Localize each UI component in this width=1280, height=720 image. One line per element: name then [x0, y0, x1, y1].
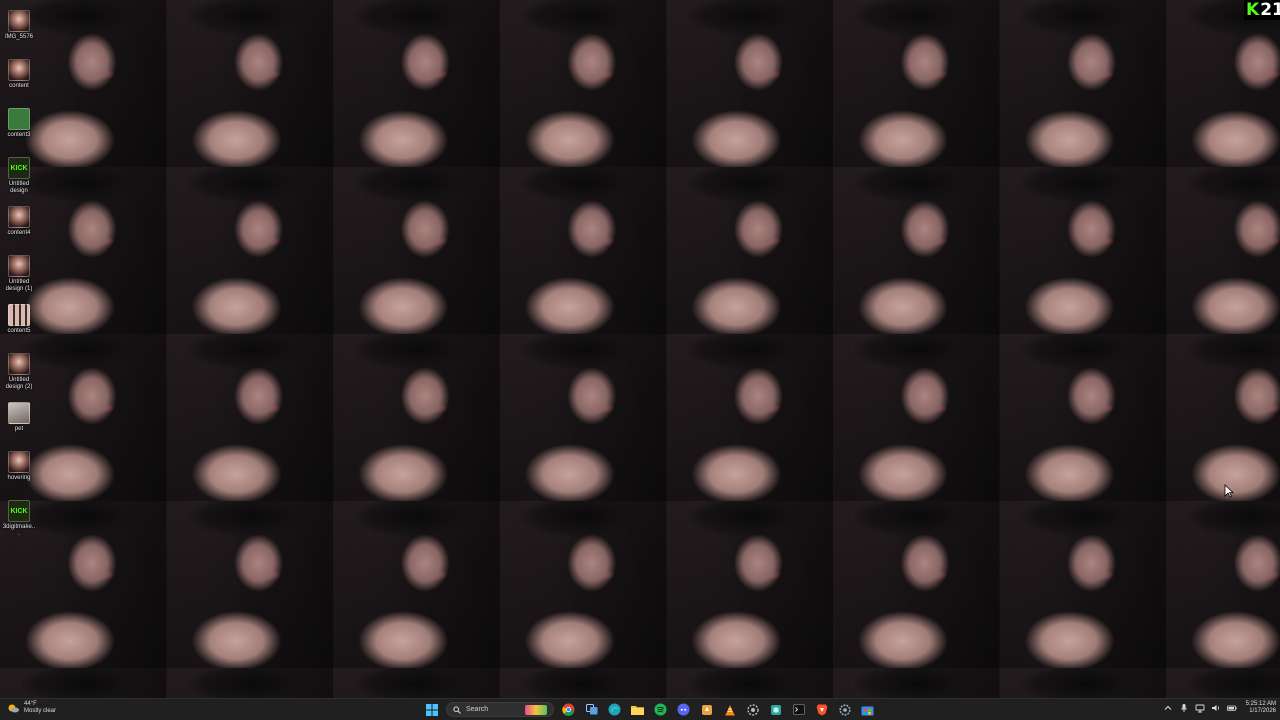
- desktop-icon-content3[interactable]: content3: [2, 106, 36, 154]
- store-icon[interactable]: [859, 701, 877, 719]
- kick-viewer-badge: K 21: [1244, 0, 1280, 20]
- desktop-icon-content4[interactable]: content4: [2, 204, 36, 252]
- desktop-icon-pet[interactable]: pet: [2, 400, 36, 448]
- desktop-icon-content[interactable]: content: [2, 57, 36, 105]
- taskbar: 44°F Mostly clear Search 5:25:12 AM 1/17…: [0, 698, 1280, 720]
- desktop-icon-label: content: [9, 83, 29, 89]
- image-icon: [8, 304, 30, 326]
- desktop-icons: IMG_5576 content content3 KICK Untitled …: [2, 8, 36, 547]
- mouse-cursor-icon: [1224, 484, 1234, 498]
- volume-icon[interactable]: [1211, 703, 1221, 713]
- discord-icon[interactable]: [675, 701, 693, 719]
- search-icon: [453, 705, 461, 714]
- viewer-count: 21: [1260, 0, 1280, 20]
- taskbar-search-box[interactable]: Search: [446, 702, 554, 717]
- desktop-icon-label: Untitled design: [8, 181, 30, 194]
- weather-sun-icon: [8, 704, 19, 713]
- kick-logo: K: [1246, 0, 1260, 20]
- desktop-wallpaper: [0, 0, 1280, 698]
- microphone-icon[interactable]: [1179, 703, 1189, 713]
- kick-icon: KICK: [8, 157, 30, 179]
- clock-date: 1/17/2026: [1249, 708, 1276, 714]
- image-icon: [8, 59, 30, 81]
- desktop-icon-label: 3digitmake...: [2, 524, 36, 537]
- search-highlight-icon: [525, 704, 547, 715]
- image-icon: [8, 108, 30, 130]
- search-placeholder: Search: [466, 706, 489, 713]
- app-icon[interactable]: [767, 701, 785, 719]
- weather-widget[interactable]: 44°F Mostly clear: [6, 701, 56, 715]
- desktop-icon-3digitmake[interactable]: KICK 3digitmake...: [2, 498, 36, 546]
- settings-app-icon[interactable]: [744, 701, 762, 719]
- image-icon: [8, 10, 30, 32]
- vlc-icon[interactable]: [721, 701, 739, 719]
- image-icon: [8, 402, 30, 424]
- desktop-icon-label: content3: [7, 132, 31, 138]
- image-icon: [8, 206, 30, 228]
- desktop-icon-untitled-design-2[interactable]: Untitled design (2): [2, 351, 36, 399]
- desktop-icon-label: content5: [7, 328, 31, 334]
- task-view-icon[interactable]: [583, 701, 601, 719]
- kick-icon: KICK: [8, 500, 30, 522]
- spotify-icon[interactable]: [652, 701, 670, 719]
- battery-icon[interactable]: [1226, 703, 1237, 713]
- settings-icon[interactable]: [836, 701, 854, 719]
- brave-icon[interactable]: [813, 701, 831, 719]
- clock-time: 5:25:12 AM: [1245, 701, 1276, 707]
- file-explorer-icon[interactable]: [629, 701, 647, 719]
- system-clock[interactable]: 5:25:12 AM 1/17/2026: [1246, 701, 1276, 715]
- desktop-icon-label: IMG_5576: [4, 34, 34, 40]
- desktop-icon-untitled-design-1[interactable]: Untitled design (1): [2, 253, 36, 301]
- start-icon[interactable]: [423, 701, 441, 719]
- image-icon: [8, 451, 30, 473]
- weather-condition: Mostly clear: [24, 708, 57, 714]
- desktop-icon-hovering[interactable]: hovering: [2, 449, 36, 497]
- weather-temp: 44°F: [24, 701, 37, 707]
- chrome-icon[interactable]: [560, 701, 578, 719]
- desktop-icon-label: pet: [14, 426, 24, 432]
- image-icon: [8, 255, 30, 277]
- desktop-icon-label: hovering: [7, 475, 31, 481]
- chevron-up-icon[interactable]: [1163, 703, 1173, 713]
- desktop-icon-label: Untitled design (2): [5, 377, 33, 390]
- taskbar-apps: Search: [420, 700, 879, 719]
- desktop-icon-img5576[interactable]: IMG_5576: [2, 8, 36, 56]
- desktop-icon-untitled-design[interactable]: KICK Untitled design: [2, 155, 36, 203]
- system-tray: 5:25:12 AM 1/17/2026: [1160, 701, 1276, 715]
- app-icon[interactable]: [698, 701, 716, 719]
- desktop-icon-label: content4: [7, 230, 31, 236]
- desktop-icon-content5[interactable]: content5: [2, 302, 36, 350]
- terminal-icon[interactable]: [790, 701, 808, 719]
- edge-icon[interactable]: [606, 701, 624, 719]
- image-icon: [8, 353, 30, 375]
- network-icon[interactable]: [1195, 703, 1205, 713]
- desktop-icon-label: Untitled design (1): [5, 279, 33, 292]
